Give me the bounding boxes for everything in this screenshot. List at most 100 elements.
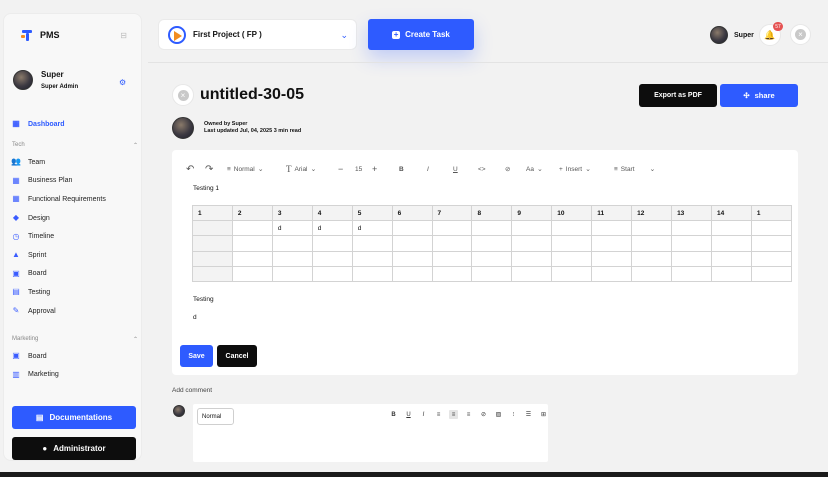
table-cell[interactable]: [591, 250, 633, 267]
table-cell[interactable]: [631, 250, 673, 267]
table-cell[interactable]: 11: [591, 204, 633, 222]
table-cell[interactable]: [551, 235, 593, 252]
table-cell[interactable]: [471, 235, 513, 252]
table-cell[interactable]: 10: [551, 204, 593, 222]
table-cell[interactable]: [551, 220, 593, 237]
header-close-button[interactable]: ×: [790, 24, 811, 45]
table-cell[interactable]: [511, 265, 553, 282]
table-cell[interactable]: [710, 220, 752, 237]
table-cell[interactable]: [631, 265, 673, 282]
table-cell[interactable]: 13: [671, 204, 712, 222]
table-cell[interactable]: [391, 265, 433, 282]
share-button[interactable]: ✣ share: [720, 84, 798, 107]
table-cell[interactable]: [551, 250, 593, 267]
table-cell[interactable]: [511, 235, 553, 252]
paragraph[interactable]: d: [193, 314, 197, 321]
header-user[interactable]: Super: [710, 26, 754, 44]
numbered-list-icon[interactable]: ☰: [524, 410, 533, 419]
align-center-icon[interactable]: ≡: [449, 410, 458, 419]
table-cell[interactable]: 5: [351, 204, 393, 222]
font-size-value[interactable]: 15: [355, 162, 362, 176]
table-cell[interactable]: 2: [231, 204, 273, 222]
table-cell[interactable]: [391, 220, 433, 237]
administrator-button[interactable]: ● Administrator: [12, 437, 136, 460]
sidebar-item-sprint[interactable]: ▲ Sprint: [12, 246, 140, 265]
font-size-increase-button[interactable]: +: [372, 162, 377, 176]
sidebar-item-marketing-board[interactable]: ▣ Board: [12, 347, 140, 366]
sidebar-item-approval[interactable]: ✎ Approval: [12, 302, 140, 321]
table-cell[interactable]: 9: [511, 204, 553, 222]
underline-button[interactable]: U: [404, 410, 413, 419]
table-cell[interactable]: [192, 235, 233, 252]
table-cell[interactable]: [231, 235, 273, 252]
table-cell[interactable]: [750, 220, 793, 237]
table-cell[interactable]: [551, 265, 593, 282]
table-cell[interactable]: [231, 250, 273, 267]
paragraph[interactable]: Testing 1: [193, 185, 219, 192]
table-cell[interactable]: 4: [311, 204, 353, 222]
table-cell[interactable]: [391, 235, 433, 252]
align-right-icon[interactable]: ≡: [464, 410, 473, 419]
table-cell[interactable]: [431, 220, 473, 237]
sidebar-item-board[interactable]: ▣ Board: [12, 265, 140, 284]
comment-editor[interactable]: Normal B U I ≡ ≡ ≡ ⊘ ▨ ⁝ ☰ ⊞: [193, 404, 548, 462]
comment-block-style-select[interactable]: Normal: [197, 408, 234, 425]
table-cell[interactable]: [231, 265, 273, 282]
table-cell[interactable]: [431, 250, 473, 267]
sidebar-item-dashboard[interactable]: ▦ Dashboard: [12, 115, 140, 134]
table-cell[interactable]: 8: [471, 204, 513, 222]
table-cell[interactable]: [311, 265, 353, 282]
block-style-select[interactable]: ≡ Normal ⌄: [227, 162, 264, 176]
table-cell[interactable]: [271, 235, 313, 252]
underline-button[interactable]: U: [453, 162, 458, 176]
bold-button[interactable]: B: [399, 162, 404, 176]
table-cell[interactable]: 6: [391, 204, 433, 222]
table-cell[interactable]: [471, 220, 513, 237]
document-editor[interactable]: ↶ ↷ ≡ Normal ⌄ T Arial ⌄ − 15 + B I U <>…: [172, 150, 798, 375]
table-cell[interactable]: [391, 250, 433, 267]
table-cell[interactable]: d: [311, 220, 353, 237]
section-marketing[interactable]: Marketing ⌃: [12, 336, 138, 343]
table-cell[interactable]: [671, 235, 712, 252]
table-cell[interactable]: [671, 250, 712, 267]
link-icon[interactable]: ⊘: [505, 162, 510, 176]
text-case-select[interactable]: Aa ⌄: [526, 162, 543, 176]
code-icon[interactable]: <>: [478, 162, 486, 176]
table-cell[interactable]: [671, 265, 712, 282]
align-select[interactable]: ≡ Start ⌄: [614, 162, 655, 176]
sidebar-item-business-plan[interactable]: ▦ Business Plan: [12, 172, 140, 191]
table-cell[interactable]: [471, 250, 513, 267]
export-pdf-button[interactable]: Export as PDF: [639, 84, 717, 107]
image-icon[interactable]: ▨: [494, 410, 503, 419]
table-cell[interactable]: [591, 235, 633, 252]
table-cell[interactable]: [631, 220, 673, 237]
sidebar-item-timeline[interactable]: ◷ Timeline: [12, 227, 140, 246]
table-cell[interactable]: [431, 265, 473, 282]
table-cell[interactable]: [631, 235, 673, 252]
table-cell[interactable]: [710, 235, 752, 252]
table-cell[interactable]: 3: [271, 204, 313, 222]
paragraph[interactable]: Testing: [193, 296, 214, 303]
font-family-select[interactable]: T Arial ⌄: [286, 162, 316, 176]
table-cell[interactable]: [192, 265, 233, 282]
redo-icon[interactable]: ↷: [205, 162, 213, 176]
table-cell[interactable]: [231, 220, 273, 237]
insert-select[interactable]: + Insert ⌄: [559, 162, 591, 176]
table-cell[interactable]: [750, 265, 793, 282]
documentations-button[interactable]: ▤ Documentations: [12, 406, 136, 429]
content-table[interactable]: 1 2 3 4 5 6 7 8 9 10 11 12 13 14 1 d d d: [192, 204, 793, 282]
table-cell[interactable]: [750, 250, 793, 267]
table-cell[interactable]: [710, 265, 752, 282]
italic-button[interactable]: I: [427, 162, 429, 176]
table-cell[interactable]: d: [351, 220, 393, 237]
table-cell[interactable]: [311, 235, 353, 252]
table-cell[interactable]: [591, 220, 633, 237]
save-button[interactable]: Save: [180, 345, 213, 367]
sidebar-item-functional-requirements[interactable]: ▦ Functional Requirements: [12, 190, 140, 209]
table-cell[interactable]: [511, 220, 553, 237]
table-cell[interactable]: [351, 250, 393, 267]
table-cell[interactable]: [192, 220, 233, 237]
table-cell[interactable]: [431, 235, 473, 252]
create-task-button[interactable]: + Create Task: [368, 19, 474, 50]
table-cell[interactable]: 7: [431, 204, 473, 222]
